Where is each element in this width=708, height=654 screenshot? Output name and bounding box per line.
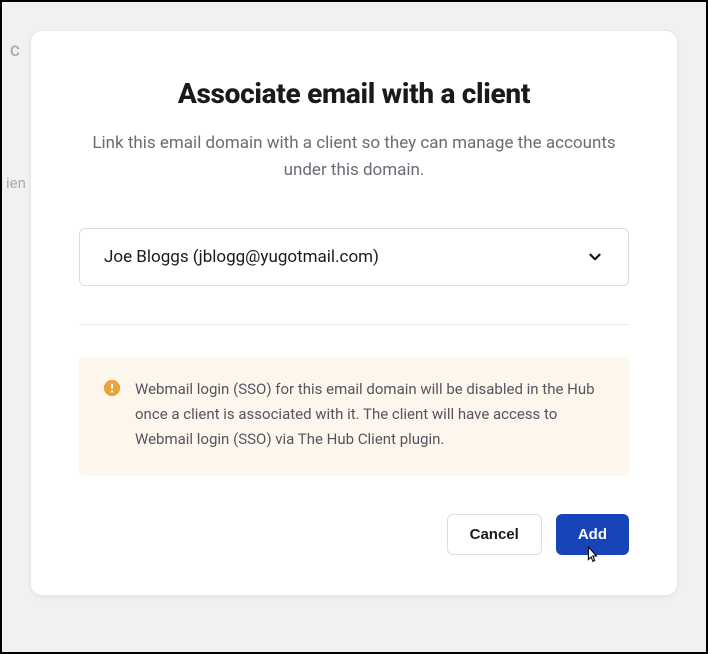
- chevron-down-icon: [586, 248, 604, 266]
- client-select-value: Joe Bloggs (jblogg@yugotmail.com): [104, 247, 379, 267]
- background-text: ien: [6, 174, 26, 192]
- modal-subtitle: Link this email domain with a client so …: [79, 130, 629, 184]
- add-button[interactable]: Add: [556, 514, 629, 555]
- background-text: C: [10, 42, 20, 60]
- associate-email-modal: Associate email with a client Link this …: [30, 30, 678, 596]
- warning-text: Webmail login (SSO) for this email domai…: [135, 377, 605, 451]
- modal-title: Associate email with a client: [79, 77, 629, 110]
- divider: [79, 324, 629, 325]
- cancel-button[interactable]: Cancel: [447, 514, 542, 555]
- warning-icon: [103, 379, 121, 397]
- modal-actions: Cancel Add: [79, 514, 629, 555]
- client-select[interactable]: Joe Bloggs (jblogg@yugotmail.com): [79, 228, 629, 286]
- warning-notice: Webmail login (SSO) for this email domai…: [79, 357, 629, 475]
